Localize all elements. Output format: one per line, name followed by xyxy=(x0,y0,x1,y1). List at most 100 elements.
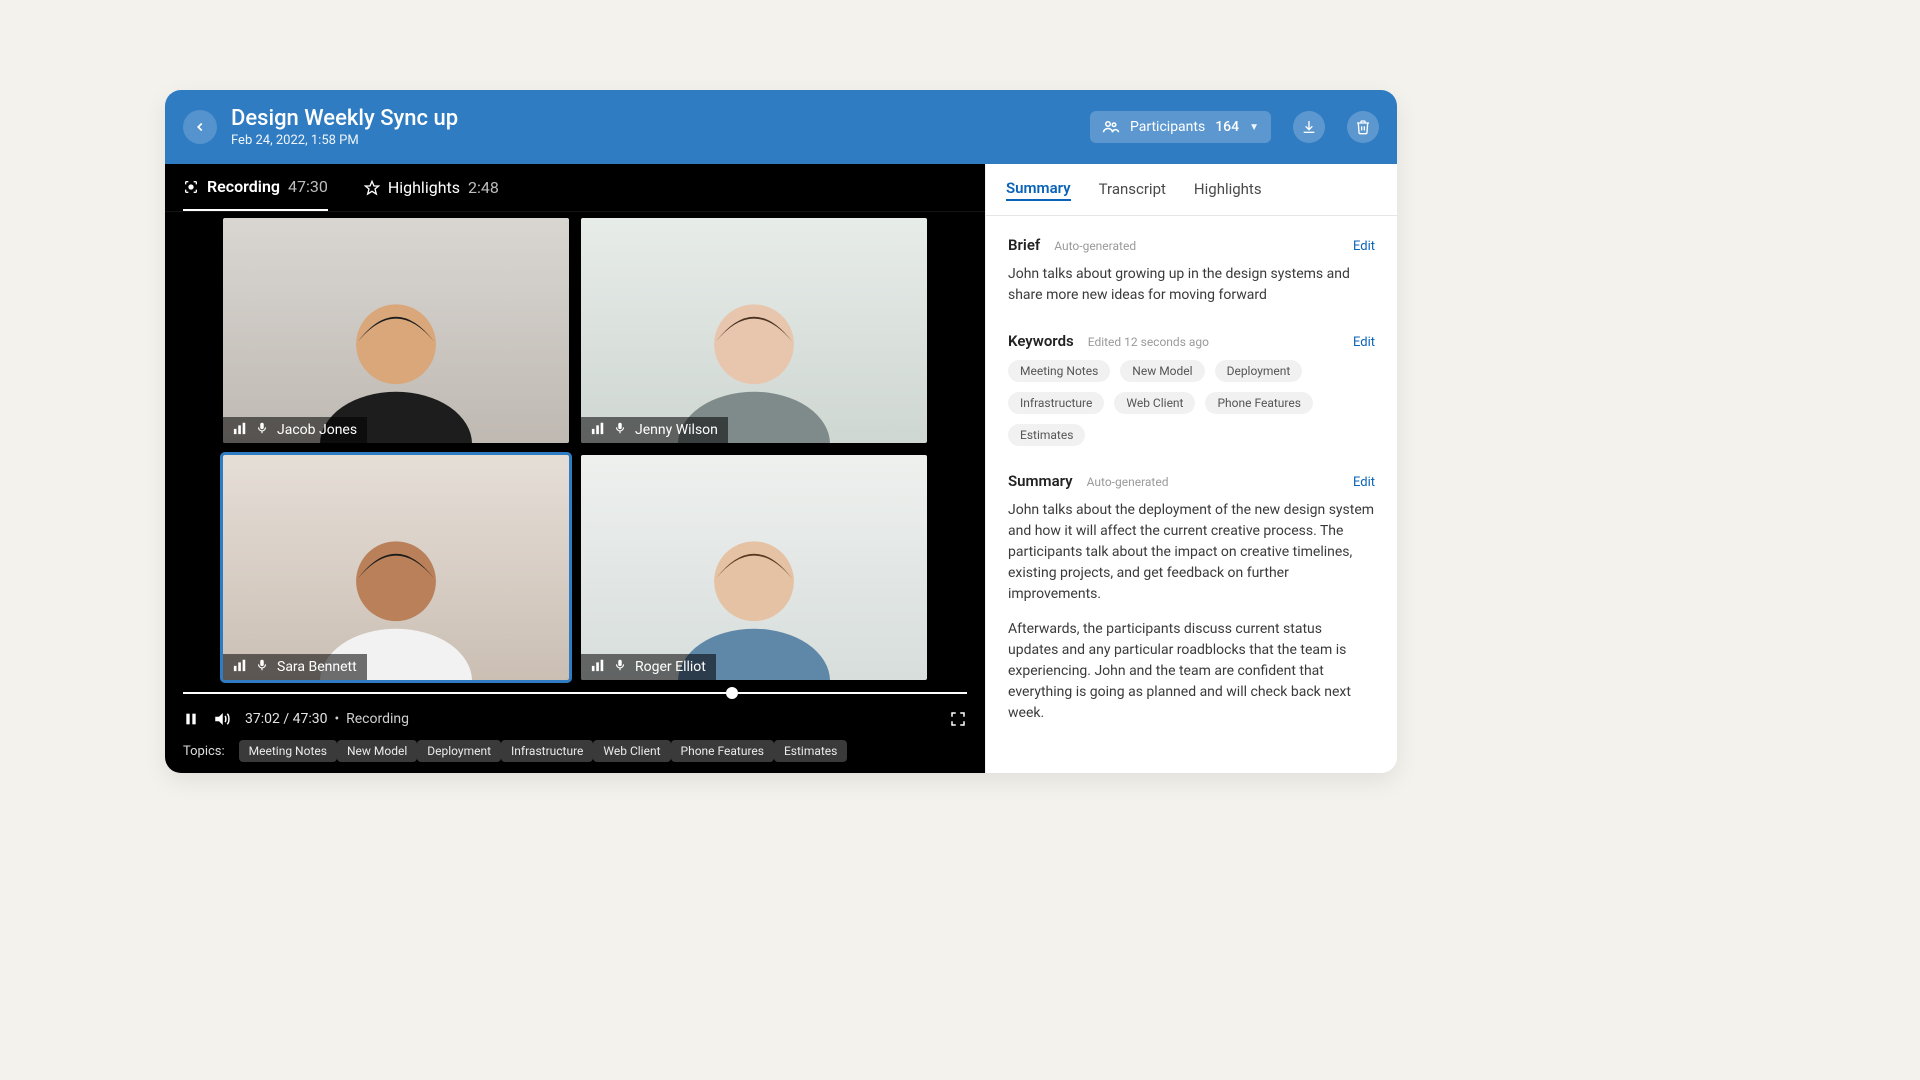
topic-chip[interactable]: Estimates xyxy=(774,740,847,762)
mic-icon xyxy=(255,421,269,439)
pause-icon xyxy=(183,711,199,727)
tab-transcript[interactable]: Transcript xyxy=(1099,180,1166,200)
insights-panel: Summary Transcript Highlights Brief Auto-g… xyxy=(985,164,1397,773)
topic-chip[interactable]: Infrastructure xyxy=(501,740,593,762)
keyword-chip[interactable]: Meeting Notes xyxy=(1008,360,1110,382)
tile-name-strip: Sara Bennett xyxy=(223,654,367,680)
topic-chip[interactable]: New Model xyxy=(337,740,417,762)
topics-row: Topics: Meeting NotesNew ModelDeployment… xyxy=(165,736,985,773)
tab-highlights-label: Highlights xyxy=(388,178,460,197)
summary-p2: Afterwards, the participants discuss cur… xyxy=(1008,619,1375,724)
section-brief: Brief Auto-generated Edit John talks abo… xyxy=(1008,236,1375,306)
keyword-chip[interactable]: Infrastructure xyxy=(1008,392,1104,414)
signal-bars-icon xyxy=(591,421,605,439)
header-bar: Design Weekly Sync up Feb 24, 2022, 1:58… xyxy=(165,90,1397,164)
video-tile[interactable]: Roger Elliot xyxy=(581,455,927,680)
topics-label: Topics: xyxy=(183,744,225,759)
participants-icon xyxy=(1102,118,1120,136)
volume-button[interactable] xyxy=(213,710,231,728)
player-controls: 37:02 / 47:30 • Recording xyxy=(165,700,985,736)
signal-bars-icon xyxy=(233,658,247,676)
player-status: Recording xyxy=(346,711,409,727)
participant-name: Jenny Wilson xyxy=(635,422,718,438)
participant-video xyxy=(223,218,569,443)
summary-text: John talks about the deployment of the n… xyxy=(1008,500,1375,724)
tab-highlights-time: 2:48 xyxy=(468,178,499,197)
tab-highlights[interactable]: Highlights xyxy=(1194,180,1262,200)
insights-tabs: Summary Transcript Highlights xyxy=(986,164,1397,216)
topic-chip[interactable]: Deployment xyxy=(417,740,501,762)
pause-button[interactable] xyxy=(183,711,199,727)
fullscreen-button[interactable] xyxy=(949,710,967,728)
meeting-title: Design Weekly Sync up xyxy=(231,106,458,131)
participant-name: Roger Elliot xyxy=(635,659,706,675)
volume-icon xyxy=(213,710,231,728)
tile-name-strip: Jenny Wilson xyxy=(581,417,728,443)
star-outline-icon xyxy=(364,180,380,196)
participants-count: 164 xyxy=(1215,119,1239,135)
player-time: 37:02 / 47:30 • Recording xyxy=(245,711,409,727)
brief-meta: Auto-generated xyxy=(1054,239,1136,253)
tab-summary[interactable]: Summary xyxy=(1006,179,1071,201)
summary-edit-link[interactable]: Edit xyxy=(1353,475,1375,490)
participants-dropdown[interactable]: Participants 164 ▼ xyxy=(1090,111,1271,143)
video-tile[interactable]: Sara Bennett xyxy=(223,455,569,680)
video-panel: Recording 47:30 Highlights 2:48 Jacob Jo… xyxy=(165,164,985,773)
video-tile[interactable]: Jacob Jones xyxy=(223,218,569,443)
topic-chip[interactable]: Web Client xyxy=(593,740,670,762)
download-icon xyxy=(1301,119,1317,135)
mic-icon xyxy=(255,658,269,676)
participant-video xyxy=(581,218,927,443)
video-grid: Jacob Jones Jenny Wilson Sara Bennett xyxy=(223,218,927,680)
brief-title: Brief xyxy=(1008,236,1040,254)
trash-icon xyxy=(1355,119,1371,135)
brief-edit-link[interactable]: Edit xyxy=(1353,239,1375,254)
signal-bars-icon xyxy=(591,658,605,676)
tab-recording[interactable]: Recording 47:30 xyxy=(183,164,328,211)
mic-icon xyxy=(613,658,627,676)
delete-button[interactable] xyxy=(1347,111,1379,143)
recording-detail-window: Design Weekly Sync up Feb 24, 2022, 1:58… xyxy=(165,90,1397,773)
mic-icon xyxy=(613,421,627,439)
video-tile[interactable]: Jenny Wilson xyxy=(581,218,927,443)
keywords-edit-link[interactable]: Edit xyxy=(1353,335,1375,350)
tab-recording-time: 47:30 xyxy=(288,177,328,196)
keywords-title: Keywords xyxy=(1008,332,1074,350)
participant-name: Sara Bennett xyxy=(277,659,357,675)
participant-video xyxy=(581,455,927,680)
keyword-chip[interactable]: Phone Features xyxy=(1205,392,1312,414)
header-title-group: Design Weekly Sync up Feb 24, 2022, 1:58… xyxy=(231,106,458,148)
caret-down-icon: ▼ xyxy=(1249,122,1259,133)
meeting-datetime: Feb 24, 2022, 1:58 PM xyxy=(231,133,458,148)
keyword-chip[interactable]: Web Client xyxy=(1114,392,1195,414)
back-button[interactable] xyxy=(183,110,217,144)
time-current: 37:02 xyxy=(245,711,280,727)
participant-name: Jacob Jones xyxy=(277,422,357,438)
record-frame-icon xyxy=(183,179,199,195)
topic-chip[interactable]: Meeting Notes xyxy=(239,740,337,762)
summary-title: Summary xyxy=(1008,472,1073,490)
download-button[interactable] xyxy=(1293,111,1325,143)
chevron-left-icon xyxy=(193,120,207,134)
video-tabs: Recording 47:30 Highlights 2:48 xyxy=(165,164,985,212)
keywords-meta: Edited 12 seconds ago xyxy=(1088,335,1209,349)
keyword-chip[interactable]: New Model xyxy=(1120,360,1204,382)
tab-recording-label: Recording xyxy=(207,177,280,196)
keyword-chip[interactable]: Estimates xyxy=(1008,424,1085,446)
scrubber[interactable] xyxy=(165,686,985,700)
keyword-chip[interactable]: Deployment xyxy=(1215,360,1303,382)
scrubber-knob[interactable] xyxy=(726,687,738,699)
tab-highlights[interactable]: Highlights 2:48 xyxy=(364,178,499,197)
participant-video xyxy=(223,455,569,680)
scrubber-track xyxy=(183,692,967,694)
summary-meta: Auto-generated xyxy=(1087,475,1169,489)
signal-bars-icon xyxy=(233,421,247,439)
time-total: 47:30 xyxy=(293,711,328,727)
tile-name-strip: Roger Elliot xyxy=(581,654,716,680)
section-keywords: Keywords Edited 12 seconds ago Edit Meet… xyxy=(1008,332,1375,446)
fullscreen-icon xyxy=(949,710,967,728)
tile-name-strip: Jacob Jones xyxy=(223,417,367,443)
participants-label: Participants xyxy=(1130,119,1205,135)
topic-chip[interactable]: Phone Features xyxy=(671,740,774,762)
keywords-list: Meeting Notes New Model Deployment Infrastr… xyxy=(1008,360,1375,446)
